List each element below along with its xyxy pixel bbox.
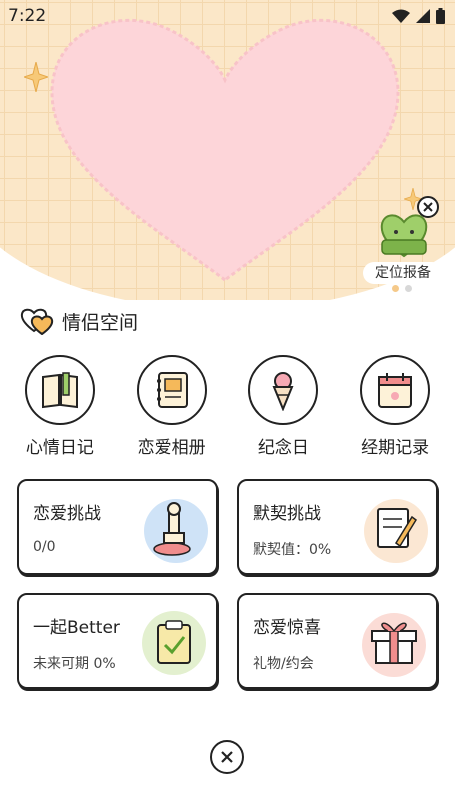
section-title: 情侣空间: [62, 311, 139, 334]
checklist-icon: [142, 611, 206, 675]
feature-label: 心情日记: [25, 438, 94, 458]
pager-dot-active: [392, 285, 399, 292]
close-button[interactable]: [210, 740, 244, 774]
status-bar: 7:22: [0, 0, 455, 32]
battery-icon: [436, 8, 445, 24]
heart-illustration: [50, 18, 400, 282]
feature-love-album[interactable]: 恋爱相册: [122, 355, 222, 458]
diary-book-icon: [41, 372, 78, 409]
feature-icon-circle: [24, 355, 95, 425]
photo-album-icon: [156, 372, 188, 408]
feature-label: 经期记录: [361, 438, 430, 458]
card-title: 恋爱惊喜: [253, 618, 321, 638]
location-report-label[interactable]: 定位报备: [363, 262, 443, 284]
feature-row: 心情日记 恋爱相册 纪念日 经期记录: [0, 355, 455, 458]
wifi-icon: [392, 9, 410, 23]
card-subtitle: 礼物/约会: [253, 656, 314, 672]
sparkle-icon: [24, 62, 48, 92]
stamp-icon: [144, 499, 208, 563]
section-header: 情侣空间: [20, 307, 138, 335]
feature-label: 纪念日: [257, 438, 309, 458]
card-love-surprise[interactable]: 恋爱惊喜 礼物/约会: [237, 593, 438, 689]
pager-dot: [405, 285, 412, 292]
flower-bouquet-icon: [272, 372, 294, 411]
feature-icon-circle: [136, 355, 207, 425]
card-love-challenge[interactable]: 恋爱挑战 0/0: [17, 479, 218, 575]
feature-anniversary[interactable]: 纪念日: [233, 355, 333, 458]
card-title: 恋爱挑战: [33, 504, 101, 524]
notepad-pencil-icon: [364, 499, 428, 563]
card-subtitle: 未来可期 0%: [33, 656, 116, 672]
status-icons: [392, 8, 445, 24]
mascot-icon[interactable]: [376, 210, 432, 260]
status-time: 7:22: [8, 6, 47, 26]
card-title: 一起Better: [33, 618, 120, 638]
feature-icon-circle: [248, 355, 319, 425]
card-tacit-challenge[interactable]: 默契挑战 默契值：0%: [237, 479, 438, 575]
gift-box-icon: [362, 613, 426, 677]
calendar-icon: [378, 373, 413, 408]
card-title: 默契挑战: [253, 504, 321, 524]
signal-icon: [416, 9, 430, 23]
pager-dots: [392, 285, 412, 292]
feature-mood-diary[interactable]: 心情日记: [10, 355, 110, 458]
feature-label: 恋爱相册: [137, 438, 206, 458]
card-subtitle: 默契值：0%: [253, 542, 332, 558]
feature-icon-circle: [360, 355, 431, 425]
feature-period-record[interactable]: 经期记录: [345, 355, 445, 458]
close-icon: [221, 751, 233, 763]
card-better-together[interactable]: 一起Better 未来可期 0%: [17, 593, 218, 689]
double-heart-icon: [20, 308, 54, 335]
card-subtitle: 0/0: [33, 539, 56, 555]
